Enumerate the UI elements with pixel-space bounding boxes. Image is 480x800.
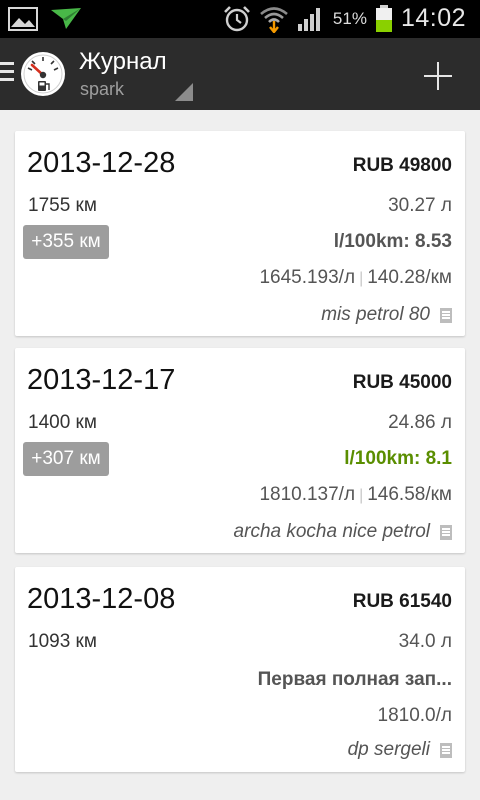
entry-amount: RUB 61540 bbox=[352, 591, 452, 612]
distance-badge: +307 км bbox=[23, 442, 109, 476]
action-bar: Журнал spark bbox=[0, 38, 480, 110]
list-item[interactable]: 2013-12-08 RUB 61540 1093 км 34.0 л Перв… bbox=[15, 567, 465, 772]
battery-percent: 51% bbox=[332, 8, 367, 28]
price-separator: | bbox=[359, 487, 364, 504]
station-name: archa kocha nice petrol bbox=[233, 521, 430, 542]
entry-odometer: 1755 км bbox=[28, 195, 97, 216]
clock: 14:02 bbox=[400, 4, 466, 32]
signal-icon bbox=[297, 7, 320, 31]
price-per-liter: 1810.0/л bbox=[377, 705, 452, 726]
entry-amount: RUB 49800 bbox=[352, 155, 452, 176]
entry-prices: 1645.193/л | 140.28/км bbox=[259, 267, 452, 289]
entry-consumption: l/100km: 8.1 bbox=[344, 448, 452, 469]
entry-date: 2013-12-17 bbox=[27, 364, 176, 396]
status-bar-notifications bbox=[8, 7, 82, 31]
entry-consumption: l/100km: 8.53 bbox=[333, 231, 452, 252]
status-bar: 51% 14:02 bbox=[0, 0, 480, 38]
add-icon[interactable] bbox=[416, 54, 460, 98]
list-item[interactable]: 2013-12-28 RUB 49800 1755 км 30.27 л +35… bbox=[15, 131, 465, 336]
distance-badge: +355 км bbox=[23, 225, 109, 259]
entry-volume: 24.86 л bbox=[388, 412, 452, 433]
entry-station: dp sergeli bbox=[348, 739, 452, 761]
price-per-km: 140.28/км bbox=[367, 267, 452, 288]
vehicle-selector[interactable]: spark bbox=[80, 79, 124, 100]
station-name: mis petrol 80 bbox=[321, 304, 430, 325]
note-icon bbox=[440, 742, 452, 758]
battery-icon bbox=[375, 4, 392, 32]
entry-station: archa kocha nice petrol bbox=[234, 521, 452, 543]
entry-volume: 30.27 л bbox=[388, 195, 452, 216]
entry-date: 2013-12-28 bbox=[27, 147, 176, 179]
entry-odometer: 1093 км bbox=[28, 631, 97, 652]
entry-station: mis petrol 80 bbox=[321, 304, 452, 326]
station-name: dp sergeli bbox=[347, 739, 430, 760]
note-icon bbox=[440, 524, 452, 540]
wifi-icon bbox=[260, 6, 288, 33]
note-icon bbox=[440, 307, 452, 323]
fuel-gauge-icon[interactable] bbox=[20, 51, 66, 97]
entry-note: Первая полная зап... bbox=[257, 669, 452, 690]
entry-prices: 1810.137/л | 146.58/км bbox=[259, 484, 452, 506]
entry-amount: RUB 45000 bbox=[352, 372, 452, 393]
page-title: Журнал bbox=[79, 48, 167, 75]
spinner-triangle-icon[interactable] bbox=[175, 83, 193, 101]
list-item[interactable]: 2013-12-17 RUB 45000 1400 км 24.86 л +30… bbox=[15, 348, 465, 553]
alarm-icon bbox=[223, 5, 250, 31]
paper-plane-icon bbox=[51, 8, 81, 29]
price-per-liter: 1810.137/л bbox=[259, 484, 356, 505]
image-icon bbox=[8, 7, 38, 31]
entry-volume: 34.0 л bbox=[398, 631, 452, 652]
status-bar-system: 51% 14:02 bbox=[223, 4, 466, 33]
entry-date: 2013-12-08 bbox=[27, 583, 176, 615]
drawer-menu-icon[interactable] bbox=[0, 62, 14, 86]
price-separator: | bbox=[359, 270, 364, 287]
price-per-liter: 1645.193/л bbox=[259, 267, 356, 288]
price-per-km: 146.58/км bbox=[367, 484, 452, 505]
entry-odometer: 1400 км bbox=[28, 412, 97, 433]
